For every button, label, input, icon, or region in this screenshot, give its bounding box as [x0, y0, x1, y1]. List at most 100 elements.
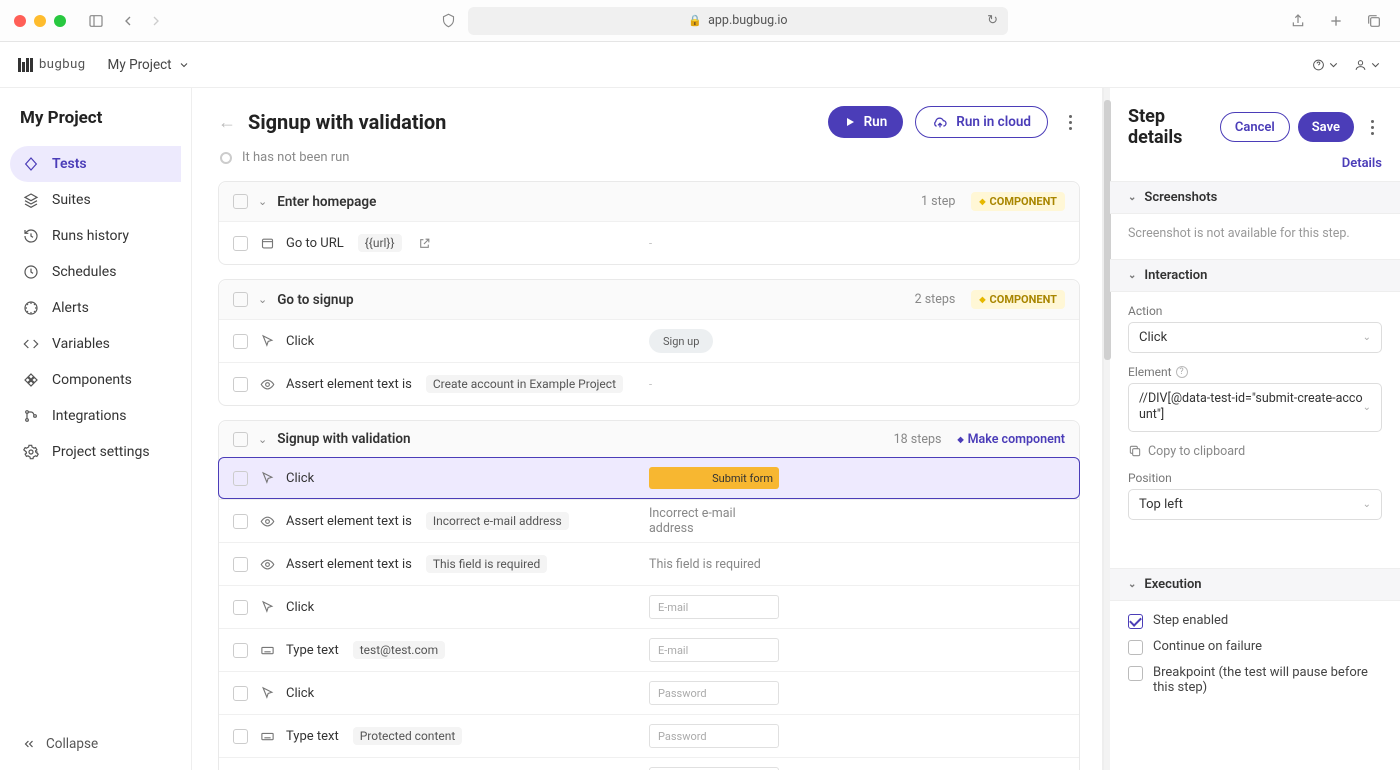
sidebar-item-integrations[interactable]: Integrations	[10, 398, 181, 434]
back-arrow-icon[interactable]: ←	[218, 112, 236, 133]
position-select[interactable]: Top left ⌄	[1128, 489, 1382, 520]
checkbox[interactable]	[1128, 640, 1143, 655]
step-row[interactable]: Go to URL {{url}} -	[219, 221, 1079, 264]
step-param: This field is required	[426, 555, 547, 573]
step-row[interactable]: Assert element text is Create account in…	[219, 362, 1079, 405]
details-menu-button[interactable]	[1362, 120, 1382, 135]
section-screenshots[interactable]: ⌄ Screenshots	[1110, 181, 1400, 214]
nav-label: Schedules	[52, 264, 116, 280]
element-field-label: Element ?	[1128, 365, 1382, 379]
content-scrollbar[interactable]	[1103, 88, 1110, 770]
step-checkbox[interactable]	[233, 334, 248, 349]
step-preview: -	[649, 372, 657, 396]
step-row[interactable]: Click Password	[219, 671, 1079, 714]
alert-icon	[22, 299, 40, 317]
section-execution[interactable]: ⌄ Execution	[1110, 568, 1400, 601]
step-preview: This field is required	[649, 552, 779, 576]
sidebar-item-project-settings[interactable]: Project settings	[10, 434, 181, 470]
step-row[interactable]: Type text test@test.com E-mail	[219, 628, 1079, 671]
step-checkbox[interactable]	[233, 471, 248, 486]
back-icon[interactable]	[116, 9, 140, 33]
section-interaction[interactable]: ⌄ Interaction	[1110, 259, 1400, 292]
nav-label: Variables	[52, 336, 110, 352]
step-row[interactable]: Type text Protected content Password	[219, 714, 1079, 757]
tabs-icon[interactable]	[1362, 9, 1386, 33]
layers-icon	[22, 191, 40, 209]
group-header[interactable]: ⌄ Go to signup 2 steps COMPONENT	[219, 280, 1079, 319]
account-button[interactable]	[1354, 51, 1382, 79]
sidebar-toggle-icon[interactable]	[84, 9, 108, 33]
save-button[interactable]: Save	[1298, 112, 1354, 142]
step-param: Create account in Example Project	[426, 375, 623, 393]
sidebar-item-runs-history[interactable]: Runs history	[10, 218, 181, 254]
sidebar-item-variables[interactable]: Variables	[10, 326, 181, 362]
close-window-icon[interactable]	[14, 15, 26, 27]
step-checkbox[interactable]	[233, 514, 248, 529]
collapse-sidebar-button[interactable]: Collapse	[10, 728, 181, 760]
maximize-window-icon[interactable]	[54, 15, 66, 27]
chevron-down-icon[interactable]: ⌄	[258, 433, 267, 446]
step-enabled-checkbox-row[interactable]: Step enabled	[1128, 613, 1382, 629]
details-link[interactable]: Details	[1128, 156, 1382, 171]
details-panel: Step details Cancel Save Details ⌄ Scree…	[1110, 88, 1400, 770]
run-button[interactable]: Run	[828, 106, 904, 138]
step-checkbox[interactable]	[233, 236, 248, 251]
group-checkbox[interactable]	[233, 194, 248, 209]
step-checkbox[interactable]	[233, 377, 248, 392]
checkbox[interactable]	[1128, 614, 1143, 629]
sidebar-item-suites[interactable]: Suites	[10, 182, 181, 218]
help-button[interactable]	[1312, 51, 1340, 79]
minimize-window-icon[interactable]	[34, 15, 46, 27]
url-bar[interactable]: 🔒 app.bugbug.io ↻	[468, 7, 1008, 35]
step-checkbox[interactable]	[233, 557, 248, 572]
step-checkbox[interactable]	[233, 643, 248, 658]
copy-to-clipboard-button[interactable]: Copy to clipboard	[1128, 444, 1382, 459]
step-row[interactable]: Click Sign up	[219, 319, 1079, 362]
forward-icon[interactable]	[144, 9, 168, 33]
keyboard-icon	[258, 641, 276, 659]
make-component-button[interactable]: Make component	[957, 432, 1065, 447]
step-row[interactable]: Click E-mail	[219, 585, 1079, 628]
group-checkbox[interactable]	[233, 432, 248, 447]
nav-label: Integrations	[52, 408, 126, 424]
share-icon[interactable]	[1286, 9, 1310, 33]
sidebar-item-schedules[interactable]: Schedules	[10, 254, 181, 290]
breakpoint-checkbox-row[interactable]: Breakpoint (the test will pause before t…	[1128, 665, 1382, 695]
step-row[interactable]: Click Confirm password	[219, 757, 1079, 770]
checkbox[interactable]	[1128, 666, 1143, 681]
action-select[interactable]: Click ⌄	[1128, 322, 1382, 353]
sidebar-item-components[interactable]: Components	[10, 362, 181, 398]
section-label: Execution	[1144, 577, 1201, 592]
group-header[interactable]: ⌄ Signup with validation 18 steps Make c…	[219, 421, 1079, 457]
refresh-icon[interactable]: ↻	[987, 13, 998, 28]
sidebar-item-tests[interactable]: Tests	[10, 146, 181, 182]
project-dropdown[interactable]: My Project	[108, 57, 190, 73]
browser-nav	[116, 9, 168, 33]
step-count: 1 step	[921, 194, 955, 209]
group-header[interactable]: ⌄ Enter homepage 1 step COMPONENT	[219, 182, 1079, 221]
run-in-cloud-button[interactable]: Run in cloud	[915, 106, 1048, 138]
help-icon[interactable]: ?	[1176, 366, 1188, 378]
step-preview: Incorrect e-mail address	[649, 509, 779, 533]
chevron-down-icon[interactable]: ⌄	[258, 293, 267, 306]
cancel-button[interactable]: Cancel	[1220, 112, 1290, 142]
step-row[interactable]: Assert element text is This field is req…	[219, 542, 1079, 585]
step-checkbox[interactable]	[233, 686, 248, 701]
test-menu-button[interactable]	[1060, 115, 1080, 130]
chevron-down-icon[interactable]: ⌄	[258, 195, 267, 208]
external-link-icon[interactable]	[418, 237, 431, 250]
step-row[interactable]: Assert element text is Incorrect e-mail …	[219, 499, 1079, 542]
element-select[interactable]: //DIV[@data-test-id="submit-create-accou…	[1128, 383, 1382, 432]
shield-icon[interactable]	[436, 9, 460, 33]
step-checkbox[interactable]	[233, 600, 248, 615]
step-param: Incorrect e-mail address	[426, 512, 569, 530]
step-checkbox[interactable]	[233, 729, 248, 744]
group-checkbox[interactable]	[233, 292, 248, 307]
details-title: Step details	[1128, 106, 1212, 148]
new-tab-icon[interactable]	[1324, 9, 1348, 33]
continue-on-failure-checkbox-row[interactable]: Continue on failure	[1128, 639, 1382, 655]
chevron-down-icon: ⌄	[1363, 401, 1371, 414]
sidebar-item-alerts[interactable]: Alerts	[10, 290, 181, 326]
logo[interactable]: bugbug	[18, 57, 86, 72]
step-row[interactable]: Click Submit form	[218, 457, 1080, 499]
